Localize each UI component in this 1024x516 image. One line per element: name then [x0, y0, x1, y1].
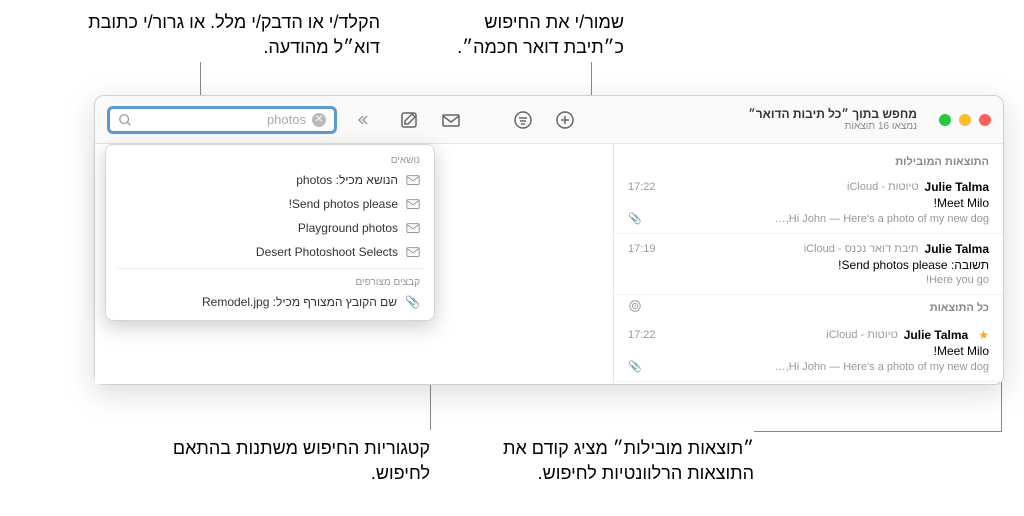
search-suggestions-dropdown: נושאים הנושא מכיל: photos Send photos pl… [105, 144, 435, 321]
filter-button[interactable] [513, 110, 533, 130]
search-input-text[interactable]: photos [138, 112, 306, 127]
message-sender: Julie Talma [904, 328, 968, 342]
section-all-results: כל התוצאות [614, 295, 1003, 320]
message-folder: טיוטות - iCloud [847, 181, 919, 193]
suggestion-item[interactable]: Send photos please! [106, 192, 434, 216]
section-top-hits: התוצאות המובילות [614, 152, 1003, 172]
message-time: 17:19 [628, 243, 656, 255]
overflow-chevrons-icon[interactable] [355, 113, 369, 127]
suggestion-item[interactable]: הנושא מכיל: photos [106, 168, 434, 192]
envelope-icon [406, 222, 420, 234]
callout-text: שמור/י את החיפוש כ״תיבת דואר חכמה״. [424, 10, 624, 60]
window-subtitle: נמצאו 16 תוצאות [748, 121, 917, 132]
clear-search-button[interactable]: ✕ [312, 113, 326, 127]
message-preview: Here you go! [926, 274, 989, 286]
search-field[interactable]: photos ✕ [107, 106, 337, 134]
message-time: 17:22 [628, 329, 656, 341]
window-controls [939, 114, 991, 126]
dropdown-section-attachments: קבצים מצורפים [106, 273, 434, 290]
suggestion-text: Send photos please! [289, 197, 398, 211]
suggestion-item[interactable]: 📎 שם הקובץ המצורף מכיל: Remodel.jpg [106, 290, 434, 314]
title-block: מחפש בתוך ״כל תיבות הדואר״ נמצאו 16 תוצא… [748, 107, 917, 132]
message-time: 17:22 [628, 181, 656, 193]
share-icon[interactable] [628, 299, 642, 316]
suggestion-item[interactable]: Desert Photoshoot Selects [106, 240, 434, 264]
toolbar [399, 110, 575, 130]
titlebar: מחפש בתוך ״כל תיבות הדואר״ נמצאו 16 תוצא… [95, 96, 1003, 144]
attachment-icon: 📎 [628, 360, 642, 373]
message-item[interactable]: ★ Julie Talma טיוטות - iCloud 17:22 Meet… [614, 320, 1003, 382]
message-folder: תיבת דואר נכנס - iCloud [804, 243, 919, 255]
minimize-window-button[interactable] [959, 114, 971, 126]
attachment-icon: 📎 [405, 295, 420, 309]
mail-button[interactable] [441, 110, 461, 130]
compose-button[interactable] [399, 110, 419, 130]
envelope-icon [406, 174, 420, 186]
close-window-button[interactable] [979, 114, 991, 126]
zoom-window-button[interactable] [939, 114, 951, 126]
message-item[interactable]: Julie Talma תיבת דואר נכנס - iCloud 17:1… [614, 234, 1003, 295]
message-subject: Meet Milo! [628, 344, 989, 358]
suggestion-text: שם הקובץ המצורף מכיל: Remodel.jpg [202, 295, 397, 309]
attachment-icon: 📎 [628, 212, 642, 225]
message-subject: Meet Milo! [628, 196, 989, 210]
callout-text: ״תוצאות מובילות״ מציג קודם את התוצאות הר… [444, 436, 754, 486]
message-preview: Hi John — Here's a photo of my new dog,… [775, 361, 989, 373]
callout-text: קטגוריות החיפוש משתנות בהתאם לחיפוש. [130, 436, 430, 486]
message-preview: Hi John — Here's a photo of my new dog,… [775, 213, 989, 225]
dropdown-section-subjects: נושאים [106, 151, 434, 168]
message-folder: טיוטות - iCloud [826, 329, 898, 341]
message-item[interactable]: Julie Talma טיוטות - iCloud 17:22 Meet M… [614, 172, 1003, 234]
search-icon [118, 113, 132, 127]
star-icon: ★ [978, 328, 989, 342]
message-subject: תשובה: Send photos please! [628, 258, 989, 272]
message-sender: Julie Talma [925, 180, 989, 194]
callout-line [754, 431, 1002, 432]
suggestion-text: הנושא מכיל: photos [296, 173, 398, 187]
message-sender: Julie Talma [925, 242, 989, 256]
window-title: מחפש בתוך ״כל תיבות הדואר״ [748, 107, 917, 121]
envelope-icon [406, 198, 420, 210]
message-list: התוצאות המובילות Julie Talma טיוטות - iC… [613, 144, 1003, 384]
callout-text: הקלד/י או הדבק/י מלל. או גרור/י כתובת דו… [60, 10, 380, 60]
suggestion-text: Desert Photoshoot Selects [256, 245, 398, 259]
add-smart-mailbox-button[interactable] [555, 110, 575, 130]
mail-window: מחפש בתוך ״כל תיבות הדואר״ נמצאו 16 תוצא… [94, 95, 1004, 385]
suggestion-text: Playground photos [298, 221, 398, 235]
suggestion-item[interactable]: Playground photos [106, 216, 434, 240]
envelope-icon [406, 246, 420, 258]
divider [116, 268, 424, 269]
